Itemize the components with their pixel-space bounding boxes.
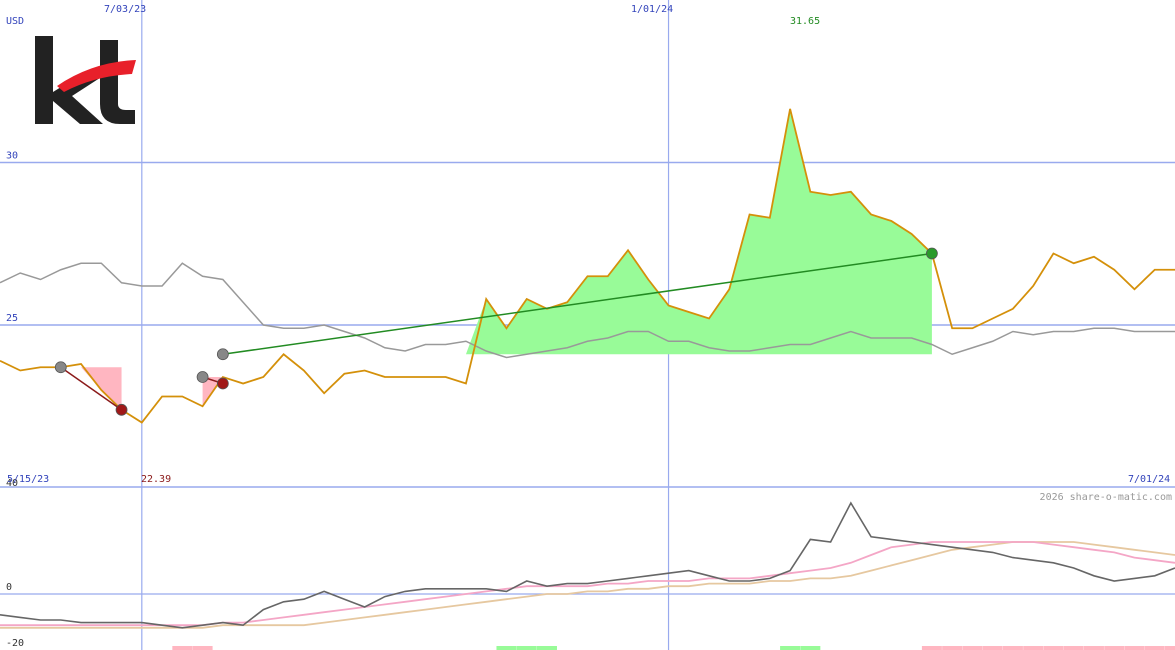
osc-bar-12 [1023, 646, 1044, 650]
osc-bar-5 [780, 646, 801, 650]
osc-bar-16 [1104, 646, 1125, 650]
osc-bar-9 [962, 646, 983, 650]
start-date-label: 5/15/23 [7, 474, 49, 485]
price-chart: 2530400-20 USD 7/03/23 1/01/24 31.65 22.… [0, 0, 1175, 650]
osc-bar-13 [1043, 646, 1064, 650]
shaded-area-2 [222, 108, 932, 355]
marker-red-3 [216, 377, 229, 390]
y-tick-label-25: 25 [6, 313, 18, 324]
osc-bar-11 [1002, 646, 1023, 650]
osc-bar-18 [1144, 646, 1165, 650]
min-value-label: 22.39 [141, 474, 171, 485]
marker-gray-2 [196, 371, 209, 383]
osc-tick-label--20: -20 [6, 638, 24, 649]
osc-bar-7 [921, 646, 942, 650]
logo-t-stem [100, 40, 135, 124]
osc-bar-3 [516, 646, 537, 650]
oscillator-panel [0, 501, 1175, 650]
osc-bar-17 [1124, 646, 1145, 650]
marker-red-1 [115, 403, 128, 416]
marker-gray-4 [216, 348, 229, 361]
date-label-top-left: 7/03/23 [104, 4, 146, 15]
logo-red-swoosh [57, 60, 136, 92]
axis-ticks: 2530400-20 [6, 151, 24, 650]
osc-bar-8 [942, 646, 963, 650]
osc-tick-label-0: 0 [6, 582, 12, 593]
osc-bar-19 [1165, 646, 1175, 650]
osc-line [0, 501, 1175, 629]
osc-ma-slow-line [0, 541, 1175, 629]
peak-value-label: 31.65 [790, 16, 820, 27]
currency-label: USD [6, 16, 24, 27]
osc-bar-6 [800, 646, 821, 650]
date-label-top-mid: 1/01/24 [631, 4, 673, 15]
osc-bar-0 [172, 646, 193, 650]
osc-bar-15 [1083, 646, 1104, 650]
marker-gray-0 [54, 361, 67, 374]
y-tick-label-30: 30 [6, 151, 18, 162]
osc-bar-14 [1063, 646, 1084, 650]
marker-green-5 [925, 247, 938, 260]
osc-bar-4 [536, 646, 557, 650]
osc-bar-2 [496, 646, 517, 650]
price-line [0, 108, 1175, 424]
logo-k-stem [35, 36, 53, 124]
osc-bar-10 [982, 646, 1003, 650]
osc-bar-1 [192, 646, 213, 650]
end-date-label: 7/01/24 [1128, 474, 1170, 485]
copyright-label: 2026 share-o-matic.com [1040, 492, 1172, 503]
series [0, 108, 1175, 424]
